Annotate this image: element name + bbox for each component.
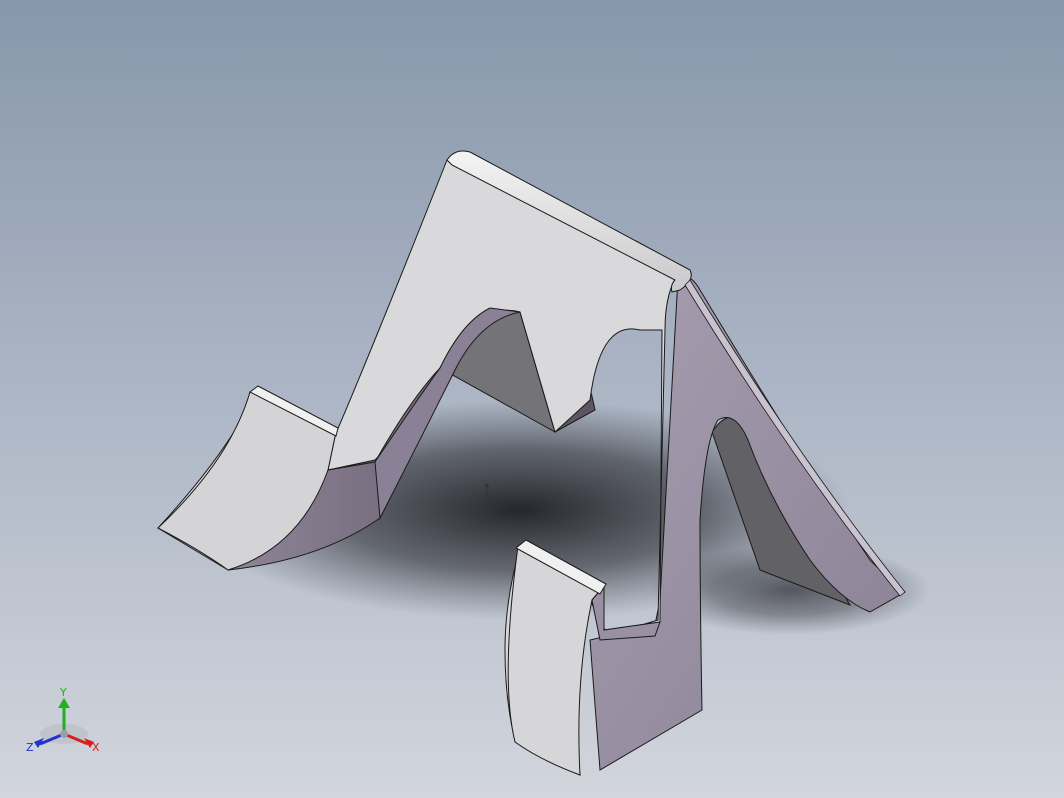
reference-triad[interactable]: Y X Z xyxy=(24,684,108,756)
y-axis-label: Y xyxy=(59,686,67,699)
graphics-viewport[interactable]: Y X Z xyxy=(0,0,1064,798)
triad-origin xyxy=(60,730,68,738)
model-view[interactable] xyxy=(0,0,1064,798)
z-axis-label: Z xyxy=(26,741,34,754)
x-axis-label: X xyxy=(92,741,100,754)
